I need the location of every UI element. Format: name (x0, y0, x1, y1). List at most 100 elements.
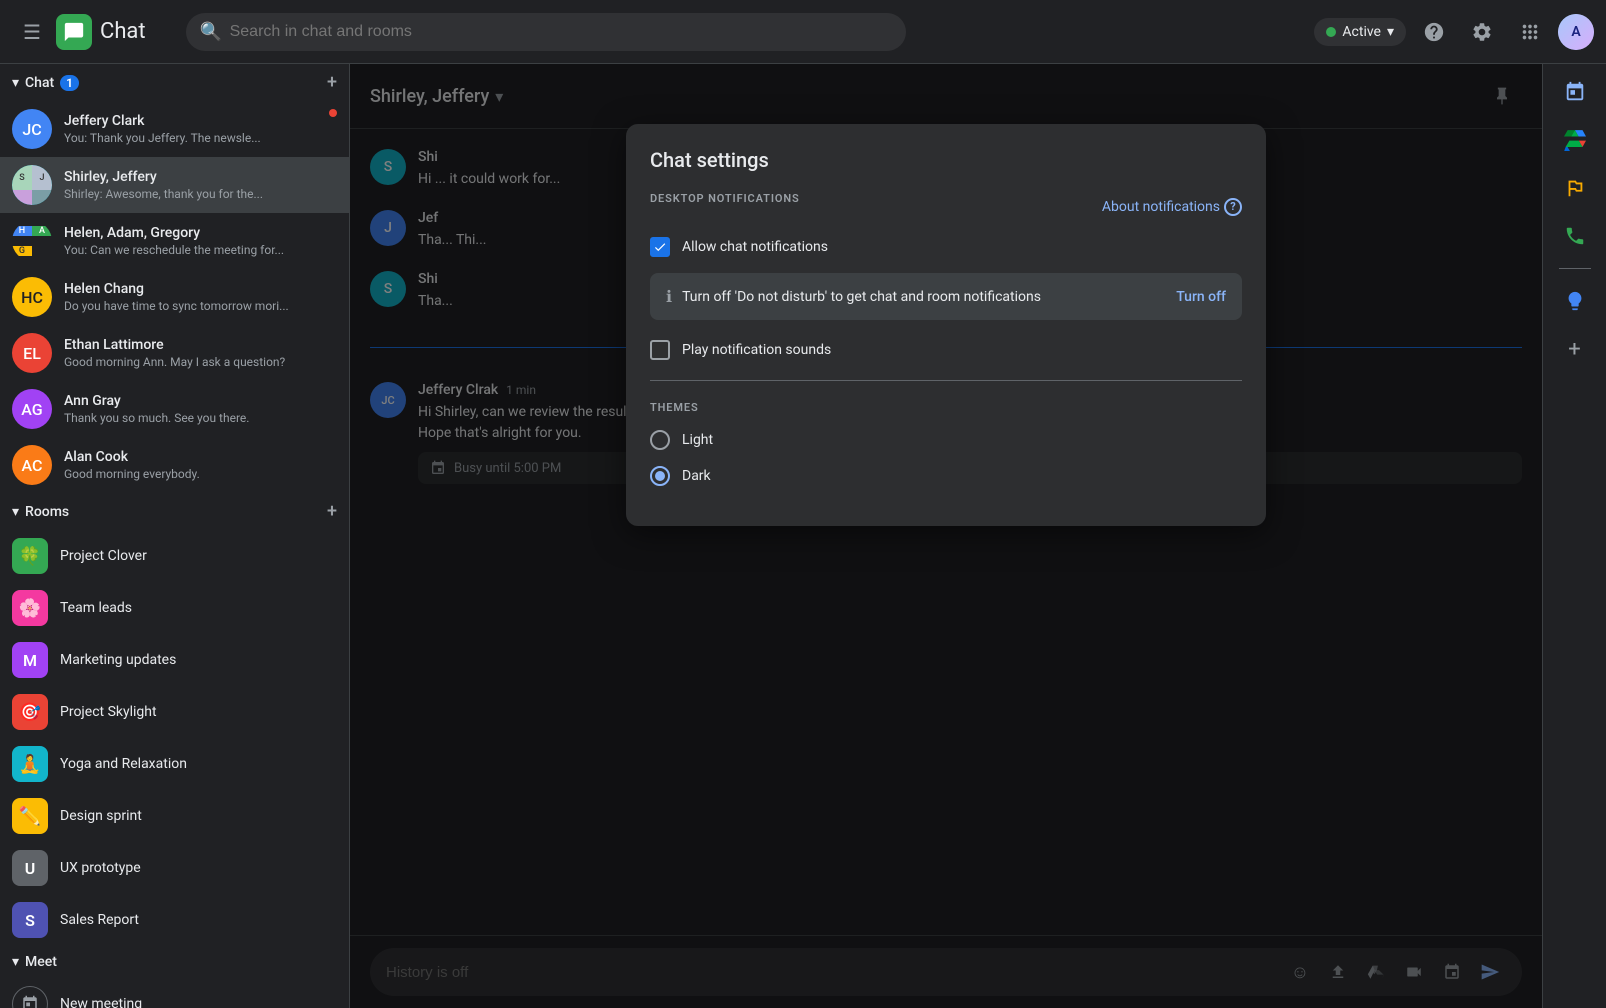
about-notifications-link[interactable]: About notifications ? (1102, 198, 1242, 216)
room-item-yoga-relaxation[interactable]: 🧘 Yoga and Relaxation (0, 738, 349, 790)
info-icon: ℹ (666, 287, 672, 306)
avatar: AG (12, 389, 52, 429)
search-input[interactable] (186, 13, 906, 51)
notes-panel-icon[interactable] (1555, 281, 1595, 321)
add-panel-app-button[interactable]: + (1555, 329, 1595, 369)
themes-label: THEMES (650, 401, 1242, 414)
room-icon: S (12, 902, 48, 938)
app-logo (56, 14, 92, 50)
chat-item-helen-chang[interactable]: HC Helen Chang Do you have time to sync … (0, 269, 349, 325)
chat-item-helen-adam-gregory[interactable]: H A G Helen, Adam, Gregory You: Can we r… (0, 213, 349, 269)
room-name: Yoga and Relaxation (60, 756, 187, 772)
meet-section-header[interactable]: ▾ Meet (0, 946, 349, 978)
chat-section-header[interactable]: ▾ Chat 1 + (0, 64, 349, 101)
chevron-down-icon: ▾ (1387, 24, 1394, 40)
chat-name: Helen, Adam, Gregory (64, 225, 337, 241)
hamburger-button[interactable]: ☰ (12, 12, 52, 52)
chat-preview: You: Can we reschedule the meeting for..… (64, 243, 337, 257)
rooms-section-header[interactable]: ▾ Rooms + (0, 493, 349, 530)
settings-button[interactable] (1462, 12, 1502, 52)
room-name: Marketing updates (60, 652, 176, 668)
add-chat-button[interactable]: + (327, 72, 337, 93)
chat-unread-badge: 1 (60, 75, 79, 91)
top-nav: ☰ Chat 🔍 Active ▾ (0, 0, 1606, 64)
right-panel: + (1542, 64, 1606, 1008)
theme-light-label: Light (682, 432, 713, 448)
avatar: HC (12, 277, 52, 317)
add-room-button[interactable]: + (327, 501, 337, 522)
chat-item-ann-gray[interactable]: AG Ann Gray Thank you so much. See you t… (0, 381, 349, 437)
play-sounds-label: Play notification sounds (682, 342, 831, 358)
desktop-notif-label: DESKTOP NOTIFICATIONS (650, 192, 800, 205)
room-name: Project Clover (60, 548, 147, 564)
tasks-panel-icon[interactable] (1555, 168, 1595, 208)
chat-name: Jeffery Clark (64, 113, 337, 129)
calendar-panel-icon[interactable] (1555, 72, 1595, 112)
allow-notifications-checkbox[interactable] (650, 237, 670, 257)
chat-item-shirley-jeffery[interactable]: S J Shirley, Jeffery Shirley: Awesome, t… (0, 157, 349, 213)
chat-name: Helen Chang (64, 281, 337, 297)
avatar: S J (12, 165, 52, 205)
room-icon: 🧘 (12, 746, 48, 782)
panel-divider (1559, 268, 1591, 269)
room-item-ux-prototype[interactable]: U UX prototype (0, 842, 349, 894)
avatar: EL (12, 333, 52, 373)
chat-preview: Shirley: Awesome, thank you for the... (64, 187, 337, 201)
room-item-team-leads[interactable]: 🌸 Team leads (0, 582, 349, 634)
meet-section-label: Meet (25, 954, 57, 970)
room-name: Sales Report (60, 912, 139, 928)
avatar: H A G (12, 221, 52, 261)
chat-name: Shirley, Jeffery (64, 169, 337, 185)
chat-section-label: Chat (25, 75, 54, 91)
help-button[interactable] (1414, 12, 1454, 52)
chat-item-alan-cook[interactable]: AC Alan Cook Good morning everybody. (0, 437, 349, 493)
room-item-marketing-updates[interactable]: M Marketing updates (0, 634, 349, 686)
room-icon: 🎯 (12, 694, 48, 730)
phone-panel-icon[interactable] (1555, 216, 1595, 256)
chat-preview: Good morning Ann. May I ask a question? (64, 355, 337, 369)
room-item-project-skylight[interactable]: 🎯 Project Skylight (0, 686, 349, 738)
theme-dark-row: Dark (650, 466, 1242, 486)
apps-button[interactable] (1510, 12, 1550, 52)
theme-dark-radio[interactable] (650, 466, 670, 486)
nav-right: Active ▾ A (1314, 12, 1594, 52)
rooms-section-label: Rooms (25, 504, 69, 520)
notifications-header: DESKTOP NOTIFICATIONS About notification… (650, 192, 1242, 221)
chat-item-ethan-lattimore[interactable]: EL Ethan Lattimore Good morning Ann. May… (0, 325, 349, 381)
new-meeting-icon (12, 986, 48, 1008)
theme-light-row: Light (650, 430, 1242, 450)
chat-name: Alan Cook (64, 449, 337, 465)
room-icon: M (12, 642, 48, 678)
user-avatar[interactable]: A (1558, 14, 1594, 50)
search-icon: 🔍 (200, 21, 222, 42)
play-sounds-checkbox[interactable] (650, 340, 670, 360)
chat-item-jeffery-clark[interactable]: JC Jeffery Clark You: Thank you Jeffery.… (0, 101, 349, 157)
theme-dark-label: Dark (682, 468, 711, 484)
theme-light-radio[interactable] (650, 430, 670, 450)
avatar: JC (12, 109, 52, 149)
allow-notifications-label: Allow chat notifications (682, 239, 828, 255)
chat-settings-modal: Chat settings DESKTOP NOTIFICATIONS Abou… (626, 124, 1266, 526)
room-icon: U (12, 850, 48, 886)
chevron-down-icon: ▾ (12, 75, 19, 91)
chat-name: Ann Gray (64, 393, 337, 409)
room-icon: 🍀 (12, 538, 48, 574)
turn-off-dnd-button[interactable]: Turn off (1176, 289, 1226, 305)
room-name: Project Skylight (60, 704, 157, 720)
chevron-down-icon: ▾ (12, 504, 19, 520)
question-icon: ? (1224, 198, 1242, 216)
chat-preview: You: Thank you Jeffery. The newsle... (64, 131, 337, 145)
room-item-sales-report[interactable]: S Sales Report (0, 894, 349, 946)
room-item-project-clover[interactable]: 🍀 Project Clover (0, 530, 349, 582)
status-dot (1326, 27, 1336, 37)
app-title: Chat (100, 19, 146, 44)
drive-panel-icon[interactable] (1555, 120, 1595, 160)
meet-item-new-meeting[interactable]: New meeting (0, 978, 349, 1008)
main-layout: ▾ Chat 1 + JC Jeffery Clark You: Thank y… (0, 64, 1606, 1008)
room-item-design-sprint[interactable]: ✏️ Design sprint (0, 790, 349, 842)
modal-overlay[interactable]: Chat settings DESKTOP NOTIFICATIONS Abou… (350, 64, 1542, 1008)
chat-preview: Good morning everybody. (64, 467, 337, 481)
status-badge[interactable]: Active ▾ (1314, 18, 1406, 46)
search-container: 🔍 (186, 13, 906, 51)
chat-area: Shirley, Jeffery ▾ S Shi Hi ... i (350, 64, 1542, 1008)
